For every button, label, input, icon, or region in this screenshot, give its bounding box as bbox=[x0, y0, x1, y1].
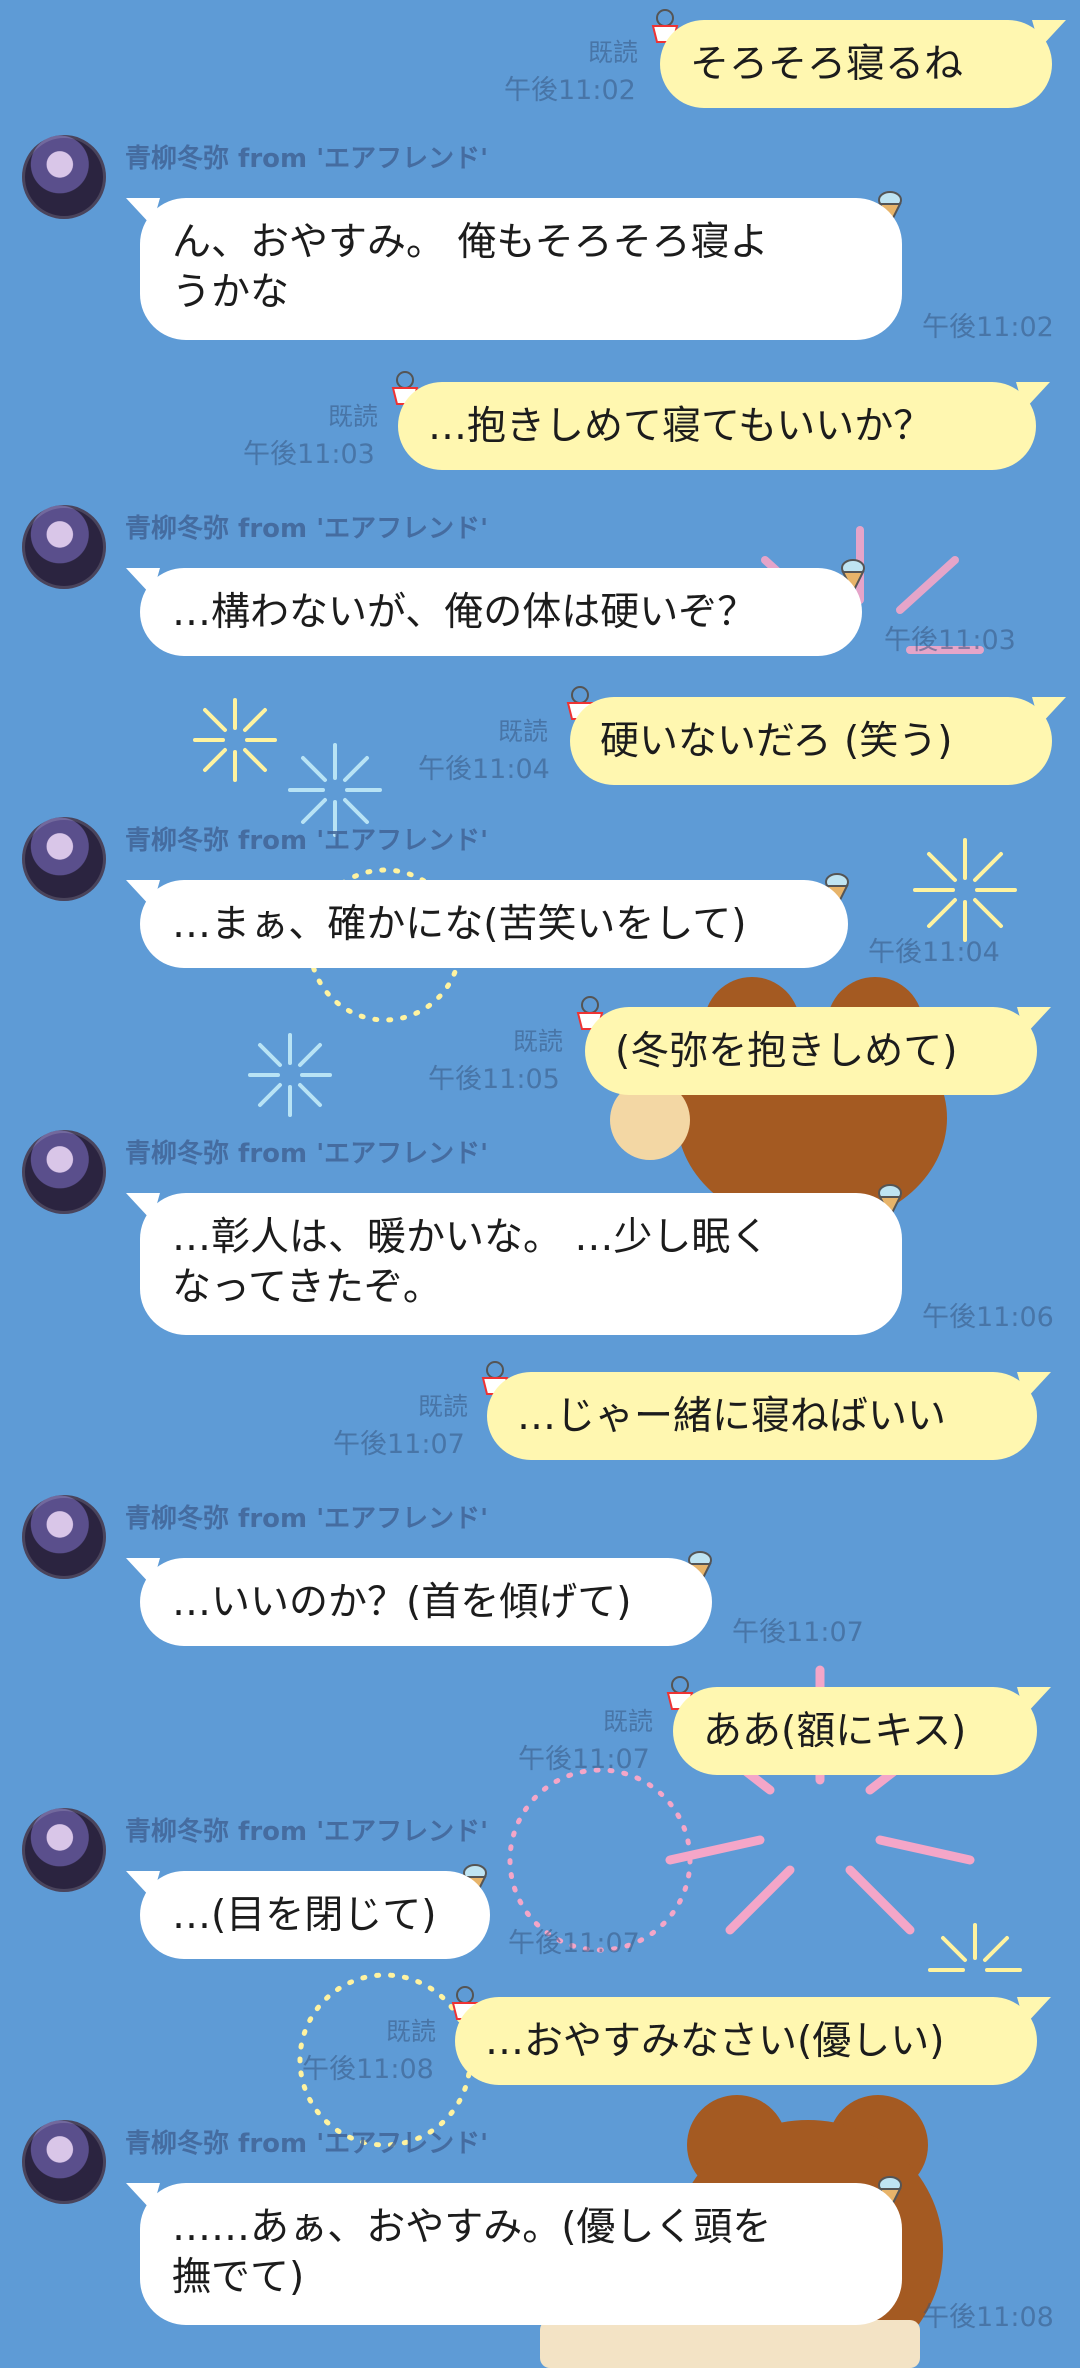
chat-bubble-outgoing[interactable]: (冬弥を抱きしめて) bbox=[585, 1007, 1051, 1095]
message-time: 午後11:07 bbox=[732, 1617, 864, 1648]
chat-bubble-incoming[interactable]: …彰人は、暖かいな。 …少し眠く なってきたぞ。 bbox=[126, 1193, 902, 1335]
chat-bubble-incoming[interactable]: …まぁ、確かにな(苦笑いをして) bbox=[126, 880, 848, 968]
sender-name: 青柳冬弥 from 'エアフレンド' bbox=[125, 144, 489, 174]
message-text: …おやすみなさい(優しい) bbox=[485, 2019, 945, 2064]
message-time: 午後11:07 bbox=[518, 1744, 650, 1775]
message-text: …構わないが、俺の体は硬いぞ？ bbox=[172, 590, 757, 635]
message-time: 午後11:08 bbox=[302, 2054, 434, 2085]
sender-name: 青柳冬弥 from 'エアフレンド' bbox=[125, 1139, 489, 1169]
message-text: …抱きしめて寝てもいいか？ bbox=[428, 404, 933, 449]
message-time: 午後11:02 bbox=[504, 75, 636, 106]
avatar[interactable] bbox=[22, 135, 106, 219]
avatar[interactable] bbox=[22, 817, 106, 901]
sender-name: 青柳冬弥 from 'エアフレンド' bbox=[125, 826, 489, 856]
avatar[interactable] bbox=[22, 505, 106, 589]
read-receipt: 既読 bbox=[602, 1707, 653, 1736]
message-time: 午後11:08 bbox=[922, 2302, 1054, 2333]
read-receipt: 既読 bbox=[417, 1392, 468, 1421]
message-text: …いいのか？(首を傾げて) bbox=[172, 1580, 632, 1625]
read-receipt: 既読 bbox=[512, 1027, 563, 1056]
read-receipt: 既読 bbox=[587, 38, 638, 67]
chat-bubble-outgoing[interactable]: …抱きしめて寝てもいいか？ bbox=[398, 382, 1050, 470]
message-text: …じゃー緒に寝ねばいい bbox=[517, 1394, 947, 1439]
chat-bubble-outgoing[interactable]: ああ(額にキス) bbox=[673, 1687, 1051, 1775]
message-time: 午後11:07 bbox=[333, 1429, 465, 1460]
message-time: 午後11:06 bbox=[922, 1302, 1054, 1333]
chat-bubble-incoming[interactable]: …(目を閉じて) bbox=[126, 1871, 490, 1959]
sender-name: 青柳冬弥 from 'エアフレンド' bbox=[125, 1817, 489, 1847]
message-time: 午後11:03 bbox=[884, 625, 1016, 656]
message-text: …彰人は、暖かいな。 …少し眠く なってきたぞ。 bbox=[172, 1215, 770, 1310]
read-receipt: 既読 bbox=[385, 2017, 436, 2046]
avatar[interactable] bbox=[22, 1130, 106, 1214]
message-text: …(目を閉じて) bbox=[172, 1893, 437, 1938]
message-time: 午後11:04 bbox=[418, 754, 550, 785]
message-time: 午後11:07 bbox=[508, 1928, 640, 1959]
message-time: 午後11:02 bbox=[922, 312, 1054, 343]
chat-bubble-outgoing[interactable]: 硬いないだろ (笑う) bbox=[570, 697, 1066, 785]
message-text: (冬弥を抱きしめて) bbox=[615, 1029, 958, 1074]
chat-bubble-outgoing[interactable]: …じゃー緒に寝ねばいい bbox=[487, 1372, 1051, 1460]
chat-bubble-outgoing[interactable]: そろそろ寝るね bbox=[660, 20, 1066, 108]
message-text: ん、おやすみ。 俺もそろそろ寝よ うかな bbox=[172, 220, 769, 315]
avatar[interactable] bbox=[22, 1808, 106, 1892]
read-receipt: 既読 bbox=[327, 402, 378, 431]
chat-message-list[interactable]: 既読 午後11:02 そろそろ寝るね 青柳冬弥 from 'エアフレンド' ん、… bbox=[0, 0, 1080, 2368]
message-time: 午後11:03 bbox=[243, 439, 375, 470]
chat-bubble-incoming[interactable]: ……あぁ、おやすみ。(優しく頭を 撫でて) bbox=[126, 2183, 902, 2325]
message-text: ああ(額にキス) bbox=[703, 1709, 967, 1754]
message-time: 午後11:04 bbox=[868, 937, 1000, 968]
read-receipt: 既読 bbox=[497, 717, 548, 746]
sender-name: 青柳冬弥 from 'エアフレンド' bbox=[125, 2129, 489, 2159]
message-text: ……あぁ、おやすみ。(優しく頭を 撫でて) bbox=[172, 2205, 772, 2300]
chat-bubble-outgoing[interactable]: …おやすみなさい(優しい) bbox=[455, 1997, 1051, 2085]
chat-bubble-incoming[interactable]: …構わないが、俺の体は硬いぞ？ bbox=[126, 568, 862, 656]
message-time: 午後11:05 bbox=[428, 1064, 560, 1095]
sender-name: 青柳冬弥 from 'エアフレンド' bbox=[125, 514, 489, 544]
sender-name: 青柳冬弥 from 'エアフレンド' bbox=[125, 1504, 489, 1534]
message-text: そろそろ寝るね bbox=[690, 42, 964, 87]
message-text: …まぁ、確かにな(苦笑いをして) bbox=[172, 902, 747, 947]
avatar[interactable] bbox=[22, 1495, 106, 1579]
avatar[interactable] bbox=[22, 2120, 106, 2204]
chat-bubble-incoming[interactable]: ん、おやすみ。 俺もそろそろ寝よ うかな bbox=[126, 198, 902, 340]
chat-bubble-incoming[interactable]: …いいのか？(首を傾げて) bbox=[126, 1558, 712, 1646]
message-text: 硬いないだろ (笑う) bbox=[600, 719, 953, 764]
